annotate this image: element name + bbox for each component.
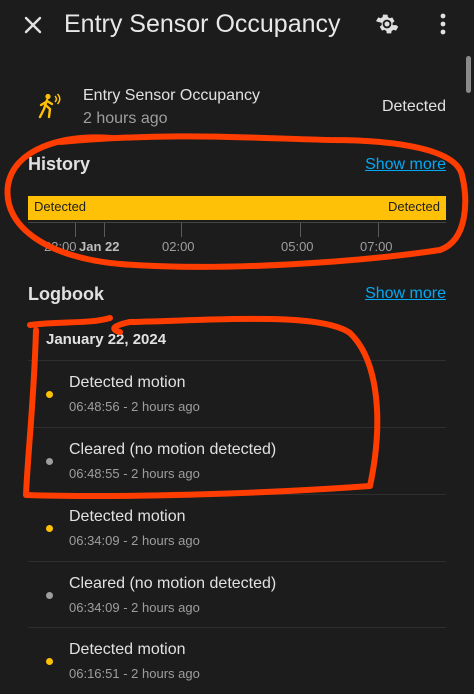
entry-message: Detected motion [69, 641, 186, 658]
axis-label-2300: 23:00 [44, 239, 77, 254]
timeline-label-start: Detected [34, 199, 87, 214]
axis-tick [104, 223, 105, 237]
gear-icon [376, 14, 399, 34]
close-icon [24, 16, 42, 34]
detected-dot-icon [46, 391, 53, 398]
history-timeline-bar[interactable]: Detected Detected [28, 196, 446, 220]
axis-label-0700: 07:00 [360, 239, 393, 254]
detected-dot-icon [46, 525, 53, 532]
axis-tick [378, 223, 379, 237]
axis-label-jan22: Jan 22 [79, 239, 120, 254]
logbook-date-header: January 22, 2024 [46, 331, 167, 348]
logbook-show-more-link[interactable]: Show more [365, 285, 446, 303]
detected-dot-icon [46, 658, 53, 665]
timeline-axis [28, 222, 446, 223]
more-vert-icon [440, 13, 446, 35]
dialog-title: Entry Sensor Occupancy [64, 10, 341, 38]
entry-time: 06:48:56 - 2 hours ago [69, 399, 200, 414]
close-button[interactable] [18, 10, 48, 40]
cleared-dot-icon [46, 458, 53, 465]
entry-time: 06:34:09 - 2 hours ago [69, 600, 200, 615]
entry-message: Detected motion [69, 508, 186, 525]
logbook-title: Logbook [28, 284, 104, 304]
logbook-entry[interactable]: Detected motion 06:48:56 - 2 hours ago [28, 360, 446, 427]
axis-tick [181, 223, 182, 237]
entry-message: Detected motion [69, 374, 186, 391]
logbook-entry[interactable]: Cleared (no motion detected) 06:48:55 - … [28, 427, 446, 494]
history-title: History [28, 154, 91, 174]
motion-sensor-icon [36, 92, 64, 120]
axis-tick [75, 223, 76, 237]
history-show-more-link[interactable]: Show more [365, 156, 446, 174]
entry-time: 06:16:51 - 2 hours ago [69, 666, 200, 681]
entry-message: Cleared (no motion detected) [69, 575, 277, 592]
entry-time: 06:34:09 - 2 hours ago [69, 533, 200, 548]
settings-button[interactable] [372, 9, 402, 39]
logbook-entry[interactable]: Detected motion 06:16:51 - 2 hours ago [28, 627, 446, 694]
axis-tick [300, 223, 301, 237]
entry-time: 06:48:55 - 2 hours ago [69, 466, 200, 481]
scrollbar-thumb[interactable] [466, 56, 471, 93]
cleared-dot-icon [46, 592, 53, 599]
timeline-label-end: Detected [387, 199, 440, 214]
entry-message: Cleared (no motion detected) [69, 441, 277, 458]
entity-state: Detected [381, 98, 446, 115]
axis-label-0200: 02:00 [162, 239, 195, 254]
entity-last-changed: 2 hours ago [83, 110, 168, 127]
top-app-bar: Entry Sensor Occupancy [0, 0, 474, 52]
more-options-button[interactable] [428, 9, 458, 39]
logbook-entry[interactable]: Cleared (no motion detected) 06:34:09 - … [28, 561, 446, 628]
entity-name: Entry Sensor Occupancy [83, 87, 260, 104]
axis-label-0500: 05:00 [281, 239, 314, 254]
logbook-entry[interactable]: Detected motion 06:34:09 - 2 hours ago [28, 494, 446, 561]
